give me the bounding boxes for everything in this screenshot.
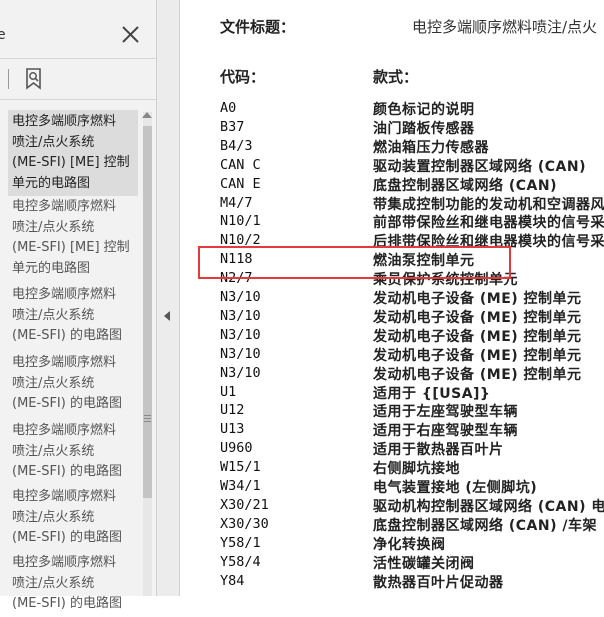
row-code: Y58/4 xyxy=(220,553,261,570)
column-header-item: 款式： xyxy=(373,68,419,86)
panel-title: e xyxy=(0,27,6,43)
row-description: 适用于左座驾驶型车辆 xyxy=(373,404,518,421)
row-description: 适用于散热器百叶片 xyxy=(373,442,504,459)
bookmark-item-line: 喷注/点火系统 xyxy=(12,575,95,591)
row-description: 活性碳罐关闭阀 xyxy=(373,555,475,572)
row-code: W15/1 xyxy=(220,459,261,476)
bookmark-item-line: 喷注/点火系统 xyxy=(12,134,95,150)
bookmark-item-line: 电控多端顺序燃料 xyxy=(12,423,117,438)
scroll-thumb[interactable] xyxy=(143,126,152,498)
collapse-left-icon[interactable] xyxy=(164,311,170,321)
bookmark-item-line: 电控多端顺序燃料 xyxy=(12,355,117,370)
row-code: N10/1 xyxy=(220,213,261,230)
row-code: CAN C xyxy=(220,156,261,173)
bookmark-item-line: 电控多端顺序燃料 xyxy=(12,489,117,504)
row-description: 带集成控制功能的发动机和空调器风 xyxy=(373,196,604,213)
row-description: 颜色标记的说明 xyxy=(373,102,475,118)
bookmark-item-line: 喷注/点火系统 xyxy=(12,509,95,525)
bookmark-item-line: (ME-SFI) 的电路图 xyxy=(12,396,122,411)
row-code: N3/10 xyxy=(220,307,261,324)
title-value: 电控多端顺序燃料喷注/点火 xyxy=(412,18,598,36)
row-description: 发动机电子设备 (ME) 控制单元 xyxy=(373,366,582,383)
row-description: 驱动机构控制器区域网络 (CAN) 电 xyxy=(373,498,604,515)
bookmark-item-line: 电控多端顺序燃料 xyxy=(12,555,117,570)
bookmark-item-line: 喷注/点火系统 xyxy=(12,443,95,459)
row-code: Y58/1 xyxy=(220,534,261,551)
bookmark-item[interactable]: 电控多端顺序燃料 喷注/点火系统 (ME-SFI) 的电路图 xyxy=(8,283,138,349)
row-description: 发动机电子设备 (ME) 控制单元 xyxy=(373,347,582,364)
close-panel-button[interactable] xyxy=(118,22,144,48)
row-code: B4/3 xyxy=(220,137,253,154)
bookmark-item-line: 喷注/点火系统 xyxy=(12,375,95,391)
row-code: N3/10 xyxy=(220,326,261,343)
row-description: 驱动装置控制器区域网络 (CAN) xyxy=(373,158,586,175)
row-code: Y84 xyxy=(220,572,245,589)
bookmark-item-line: (ME-SFI) 的电路图 xyxy=(12,328,122,343)
row-code: M4/7 xyxy=(220,194,253,211)
row-description: 散热器百叶片促动器 xyxy=(373,574,504,591)
row-code: U960 xyxy=(220,440,253,457)
row-description: 底盘控制器区域网络 (CAN) /车架 xyxy=(373,517,597,534)
panel-splitter[interactable] xyxy=(156,0,180,596)
bookmark-item[interactable]: 电控多端顺序燃料 喷注/点火系统 (ME-SFI) 的电路图 xyxy=(8,419,138,485)
row-description: 右侧脚坑接地 xyxy=(373,461,460,478)
row-code: N3/10 xyxy=(220,289,261,305)
row-description: 适用于右座驾驶型车辆 xyxy=(373,423,518,440)
row-description: 发动机电子设备 (ME) 控制单元 xyxy=(373,309,582,326)
side-panel: e 电控多端顺序燃料 喷注/点火系统 (ME-SFI) [ME] 控制 单元的电路图电… xyxy=(0,0,156,611)
title-label: 文件标题： xyxy=(220,18,296,36)
bookmark-item-line: (ME-SFI) [ME] 控制 xyxy=(12,155,130,170)
row-description: 电气装置接地 (左侧脚坑) xyxy=(373,480,538,496)
row-description: 净化转换阀 xyxy=(373,536,446,553)
row-description: 适用于 {[USA]} xyxy=(373,385,491,402)
document-page: 文件标题： 电控多端顺序燃料喷注/点火 代码： 款式： A0 颜色标记的说明 B37… xyxy=(180,0,604,596)
row-code: B37 xyxy=(220,118,245,135)
row-description: 油门踏板传感器 xyxy=(373,120,475,137)
bookmark-search-icon xyxy=(26,68,41,90)
bookmark-item[interactable]: 电控多端顺序燃料 喷注/点火系统 (ME-SFI) [ME] 控制 单元的电路图 xyxy=(8,110,138,196)
panel-title-bar: e xyxy=(0,0,156,58)
panel-toolbar xyxy=(0,58,156,100)
row-code: A0 xyxy=(220,100,237,116)
row-code: U1 xyxy=(220,383,237,400)
row-description: 燃油箱压力传感器 xyxy=(373,139,489,156)
toolbar-separator xyxy=(8,69,9,89)
bookmark-item-line: (ME-SFI) 的电路图 xyxy=(12,530,122,545)
bookmark-item-line: 喷注/点火系统 xyxy=(12,219,95,235)
bookmark-item-line: (ME-SFI) 的电路图 xyxy=(12,596,122,611)
row-code: U12 xyxy=(220,402,245,419)
bookmark-item[interactable]: 电控多端顺序燃料 喷注/点火系统 (ME-SFI) [ME] 控制 单元的电路图 xyxy=(8,195,138,281)
scroll-grip xyxy=(144,413,151,425)
row-code: N3/10 xyxy=(220,364,261,381)
bookmark-item-line: 电控多端顺序燃料 xyxy=(12,287,117,302)
close-icon xyxy=(122,26,139,43)
row-code: CAN E xyxy=(220,175,261,192)
scroll-up-arrow-icon[interactable] xyxy=(142,112,152,118)
row-code: W34/1 xyxy=(220,478,261,494)
bookmark-item-line: 电控多端顺序燃料 xyxy=(12,199,117,214)
bookmark-item-line: 喷注/点火系统 xyxy=(12,307,95,323)
bookmark-item-line: 电控多端顺序燃料 xyxy=(12,114,117,129)
row-description: 底盘控制器区域网络 (CAN) xyxy=(373,177,557,194)
bookmark-item[interactable]: 电控多端顺序燃料 喷注/点火系统 (ME-SFI) 的电路图 xyxy=(8,551,138,617)
bookmark-item[interactable]: 电控多端顺序燃料 喷注/点火系统 (ME-SFI) 的电路图 xyxy=(8,485,138,551)
highlight-box xyxy=(198,246,511,279)
bookmark-item[interactable]: 电控多端顺序燃料 喷注/点火系统 (ME-SFI) 的电路图 xyxy=(8,351,138,417)
row-code: X30/21 xyxy=(220,496,269,513)
bookmark-item-line: (ME-SFI) 的电路图 xyxy=(12,464,122,479)
bookmark-search-button[interactable] xyxy=(22,66,48,92)
bookmark-item-line: (ME-SFI) [ME] 控制 xyxy=(12,240,130,255)
bookmark-item-line: 单元的电路图 xyxy=(12,260,91,276)
bookmark-item-line: 单元的电路图 xyxy=(12,175,91,191)
row-description: 前部带保险丝和继电器模块的信号采 xyxy=(373,215,604,232)
row-code: N3/10 xyxy=(220,345,261,362)
row-code: U13 xyxy=(220,421,245,438)
bookmark-scrollbar[interactable] xyxy=(140,112,154,596)
column-header-code: 代码： xyxy=(220,68,266,86)
row-description: 发动机电子设备 (ME) 控制单元 xyxy=(373,328,582,345)
row-description: 发动机电子设备 (ME) 控制单元 xyxy=(373,291,582,307)
row-code: X30/30 xyxy=(220,515,269,532)
